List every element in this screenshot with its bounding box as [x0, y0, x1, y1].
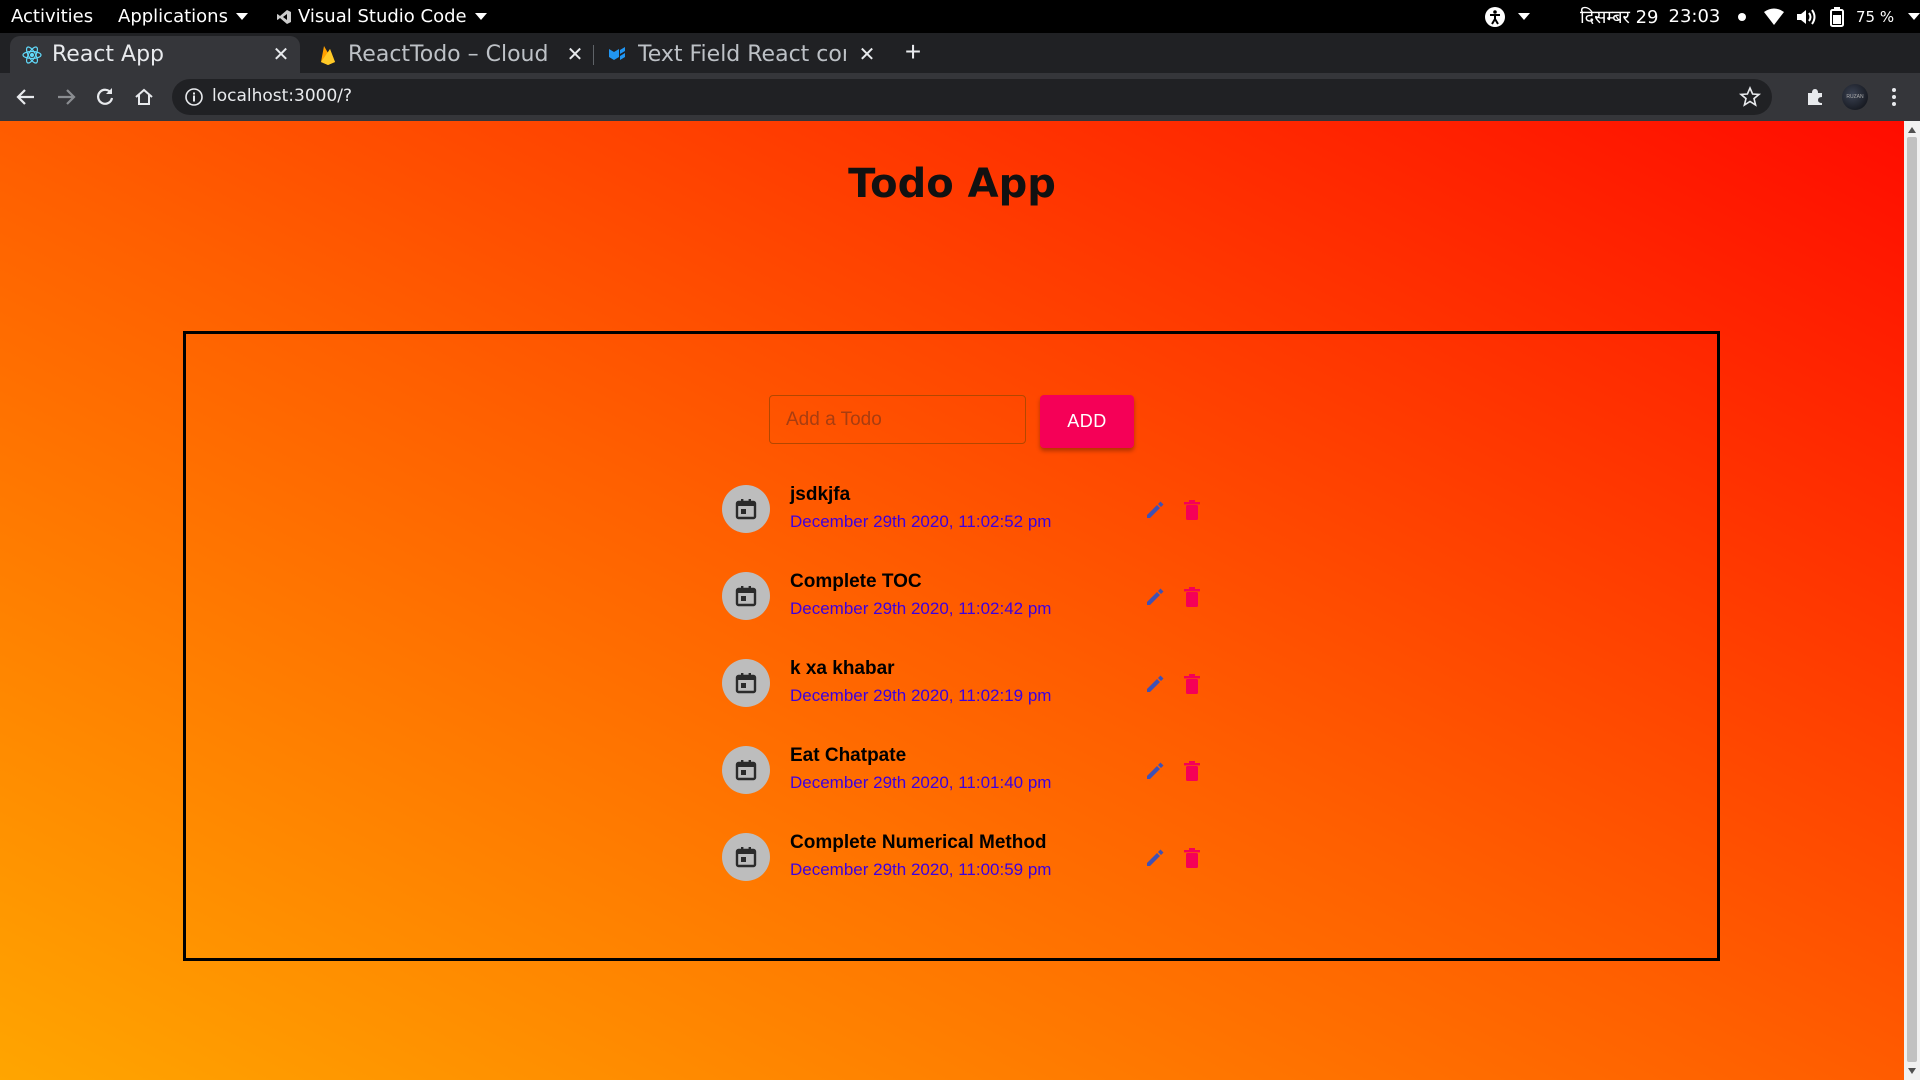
edit-icon[interactable]	[1142, 671, 1168, 697]
list-item: Complete Numerical Method December 29th 2…	[722, 823, 1212, 910]
applications-menu[interactable]: Applications	[118, 0, 248, 33]
volume-icon	[1797, 8, 1816, 25]
clock[interactable]: दिसम्बर 29 23:03	[1580, 0, 1747, 33]
clock-time: 23:03	[1668, 6, 1721, 27]
tab-reacttodo-cloud[interactable]: ReactTodo – Cloud F ✕	[306, 36, 594, 73]
calendar-icon	[722, 485, 770, 533]
list-item: jsdkjfa December 29th 2020, 11:02:52 pm	[722, 475, 1212, 562]
delete-icon[interactable]	[1179, 584, 1205, 610]
todo-text: Complete TOC	[790, 571, 922, 592]
profile-button[interactable]: RUZAN	[1839, 81, 1871, 113]
todo-date: December 29th 2020, 11:02:52 pm	[790, 512, 1052, 531]
wifi-icon	[1764, 8, 1784, 25]
delete-icon[interactable]	[1179, 845, 1205, 871]
todo-text: k xa khabar	[790, 658, 895, 679]
address-bar[interactable]: localhost:3000/?	[172, 79, 1772, 115]
delete-icon[interactable]	[1179, 671, 1205, 697]
browser-tab-strip: React App ✕ ReactTodo – Cloud F ✕ Text F…	[0, 33, 1920, 73]
extensions-button[interactable]	[1799, 81, 1831, 113]
edit-icon[interactable]	[1142, 584, 1168, 610]
edit-icon[interactable]	[1142, 845, 1168, 871]
react-icon	[22, 45, 42, 65]
todo-date: December 29th 2020, 11:02:42 pm	[790, 599, 1052, 618]
chevron-down-icon	[474, 13, 487, 20]
calendar-icon	[722, 659, 770, 707]
chevron-down-icon	[1908, 13, 1920, 20]
todo-date: December 29th 2020, 11:01:40 pm	[790, 773, 1052, 792]
system-top-bar: Activities Applications Visual Studio Co…	[0, 0, 1920, 33]
close-icon[interactable]: ✕	[564, 43, 586, 65]
battery-icon	[1830, 6, 1844, 27]
focused-app-label: Visual Studio Code	[298, 6, 467, 27]
tab-text-field-react[interactable]: Text Field React con ✕	[596, 36, 886, 73]
calendar-icon	[722, 833, 770, 881]
tab-react-app[interactable]: React App ✕	[10, 36, 300, 73]
add-button[interactable]: ADD	[1040, 395, 1134, 448]
info-icon	[185, 88, 203, 106]
puzzle-icon	[1808, 89, 1822, 105]
page-title: Todo App	[848, 161, 1056, 207]
list-item: Complete TOC December 29th 2020, 11:02:42…	[722, 562, 1212, 649]
reload-icon	[97, 88, 114, 105]
todo-text: Eat Chatpate	[790, 745, 907, 766]
clock-date: दिसम्बर 29	[1580, 6, 1659, 28]
accessibility-icon	[1485, 6, 1505, 27]
arrow-right-icon	[58, 89, 76, 105]
calendar-icon	[722, 746, 770, 794]
forward-button[interactable]	[50, 81, 82, 113]
delete-icon[interactable]	[1179, 497, 1205, 523]
battery-percent: 75 %	[1856, 7, 1895, 26]
edit-icon[interactable]	[1142, 497, 1168, 523]
more-vertical-icon	[1892, 88, 1896, 106]
edit-icon[interactable]	[1142, 758, 1168, 784]
list-item: Eat Chatpate December 29th 2020, 11:01:40…	[722, 736, 1212, 823]
close-icon[interactable]: ✕	[270, 43, 292, 65]
firebase-icon	[318, 45, 338, 65]
delete-icon[interactable]	[1179, 758, 1205, 784]
home-icon	[135, 88, 153, 105]
browser-toolbar: localhost:3000/? RUZAN	[0, 73, 1920, 121]
avatar: RUZAN	[1842, 84, 1868, 110]
home-button[interactable]	[128, 81, 160, 113]
chevron-down-icon	[235, 13, 248, 20]
back-button[interactable]	[10, 81, 42, 113]
todo-list: jsdkjfa December 29th 2020, 11:02:52 pm Co…	[722, 475, 1212, 910]
activities-button[interactable]: Activities	[11, 0, 93, 33]
accessibility-menu[interactable]	[1484, 0, 1530, 33]
todo-date: December 29th 2020, 11:02:19 pm	[790, 686, 1052, 705]
tab-title: React App	[52, 42, 165, 67]
todo-input[interactable]	[769, 395, 1026, 444]
system-status-menu[interactable]: 75 %	[1764, 0, 1920, 33]
star-icon[interactable]	[1738, 85, 1762, 109]
url-text: localhost:3000/?	[212, 86, 353, 106]
scroll-up-arrow[interactable]	[1908, 127, 1916, 133]
arrow-left-icon	[16, 89, 34, 105]
focused-app-menu[interactable]: Visual Studio Code	[276, 0, 487, 33]
browser-menu-button[interactable]	[1878, 81, 1910, 113]
material-ui-icon	[608, 45, 628, 65]
notification-dot-icon	[1738, 12, 1747, 21]
scroll-down-arrow[interactable]	[1908, 1068, 1916, 1074]
new-tab-button[interactable]: +	[900, 38, 926, 66]
list-item: k xa khabar December 29th 2020, 11:02:19 …	[722, 649, 1212, 736]
close-icon[interactable]: ✕	[856, 43, 878, 65]
tab-title: ReactTodo – Cloud F	[348, 42, 554, 67]
activities-label: Activities	[11, 6, 94, 27]
chevron-down-icon	[1518, 13, 1530, 20]
add-todo-form: ADD	[769, 395, 1134, 449]
tab-separator	[593, 45, 594, 65]
todo-text: Complete Numerical Method	[790, 832, 1047, 853]
tab-title: Text Field React con	[638, 42, 846, 67]
scrollbar[interactable]	[1904, 121, 1920, 1080]
scrollbar-thumb[interactable]	[1907, 137, 1917, 1062]
calendar-icon	[722, 572, 770, 620]
vscode-icon	[277, 9, 291, 24]
todo-text: jsdkjfa	[790, 484, 851, 505]
todo-date: December 29th 2020, 11:00:59 pm	[790, 860, 1052, 879]
reload-button[interactable]	[89, 81, 121, 113]
avatar-label: RUZAN	[1846, 94, 1864, 100]
applications-label: Applications	[118, 6, 228, 27]
